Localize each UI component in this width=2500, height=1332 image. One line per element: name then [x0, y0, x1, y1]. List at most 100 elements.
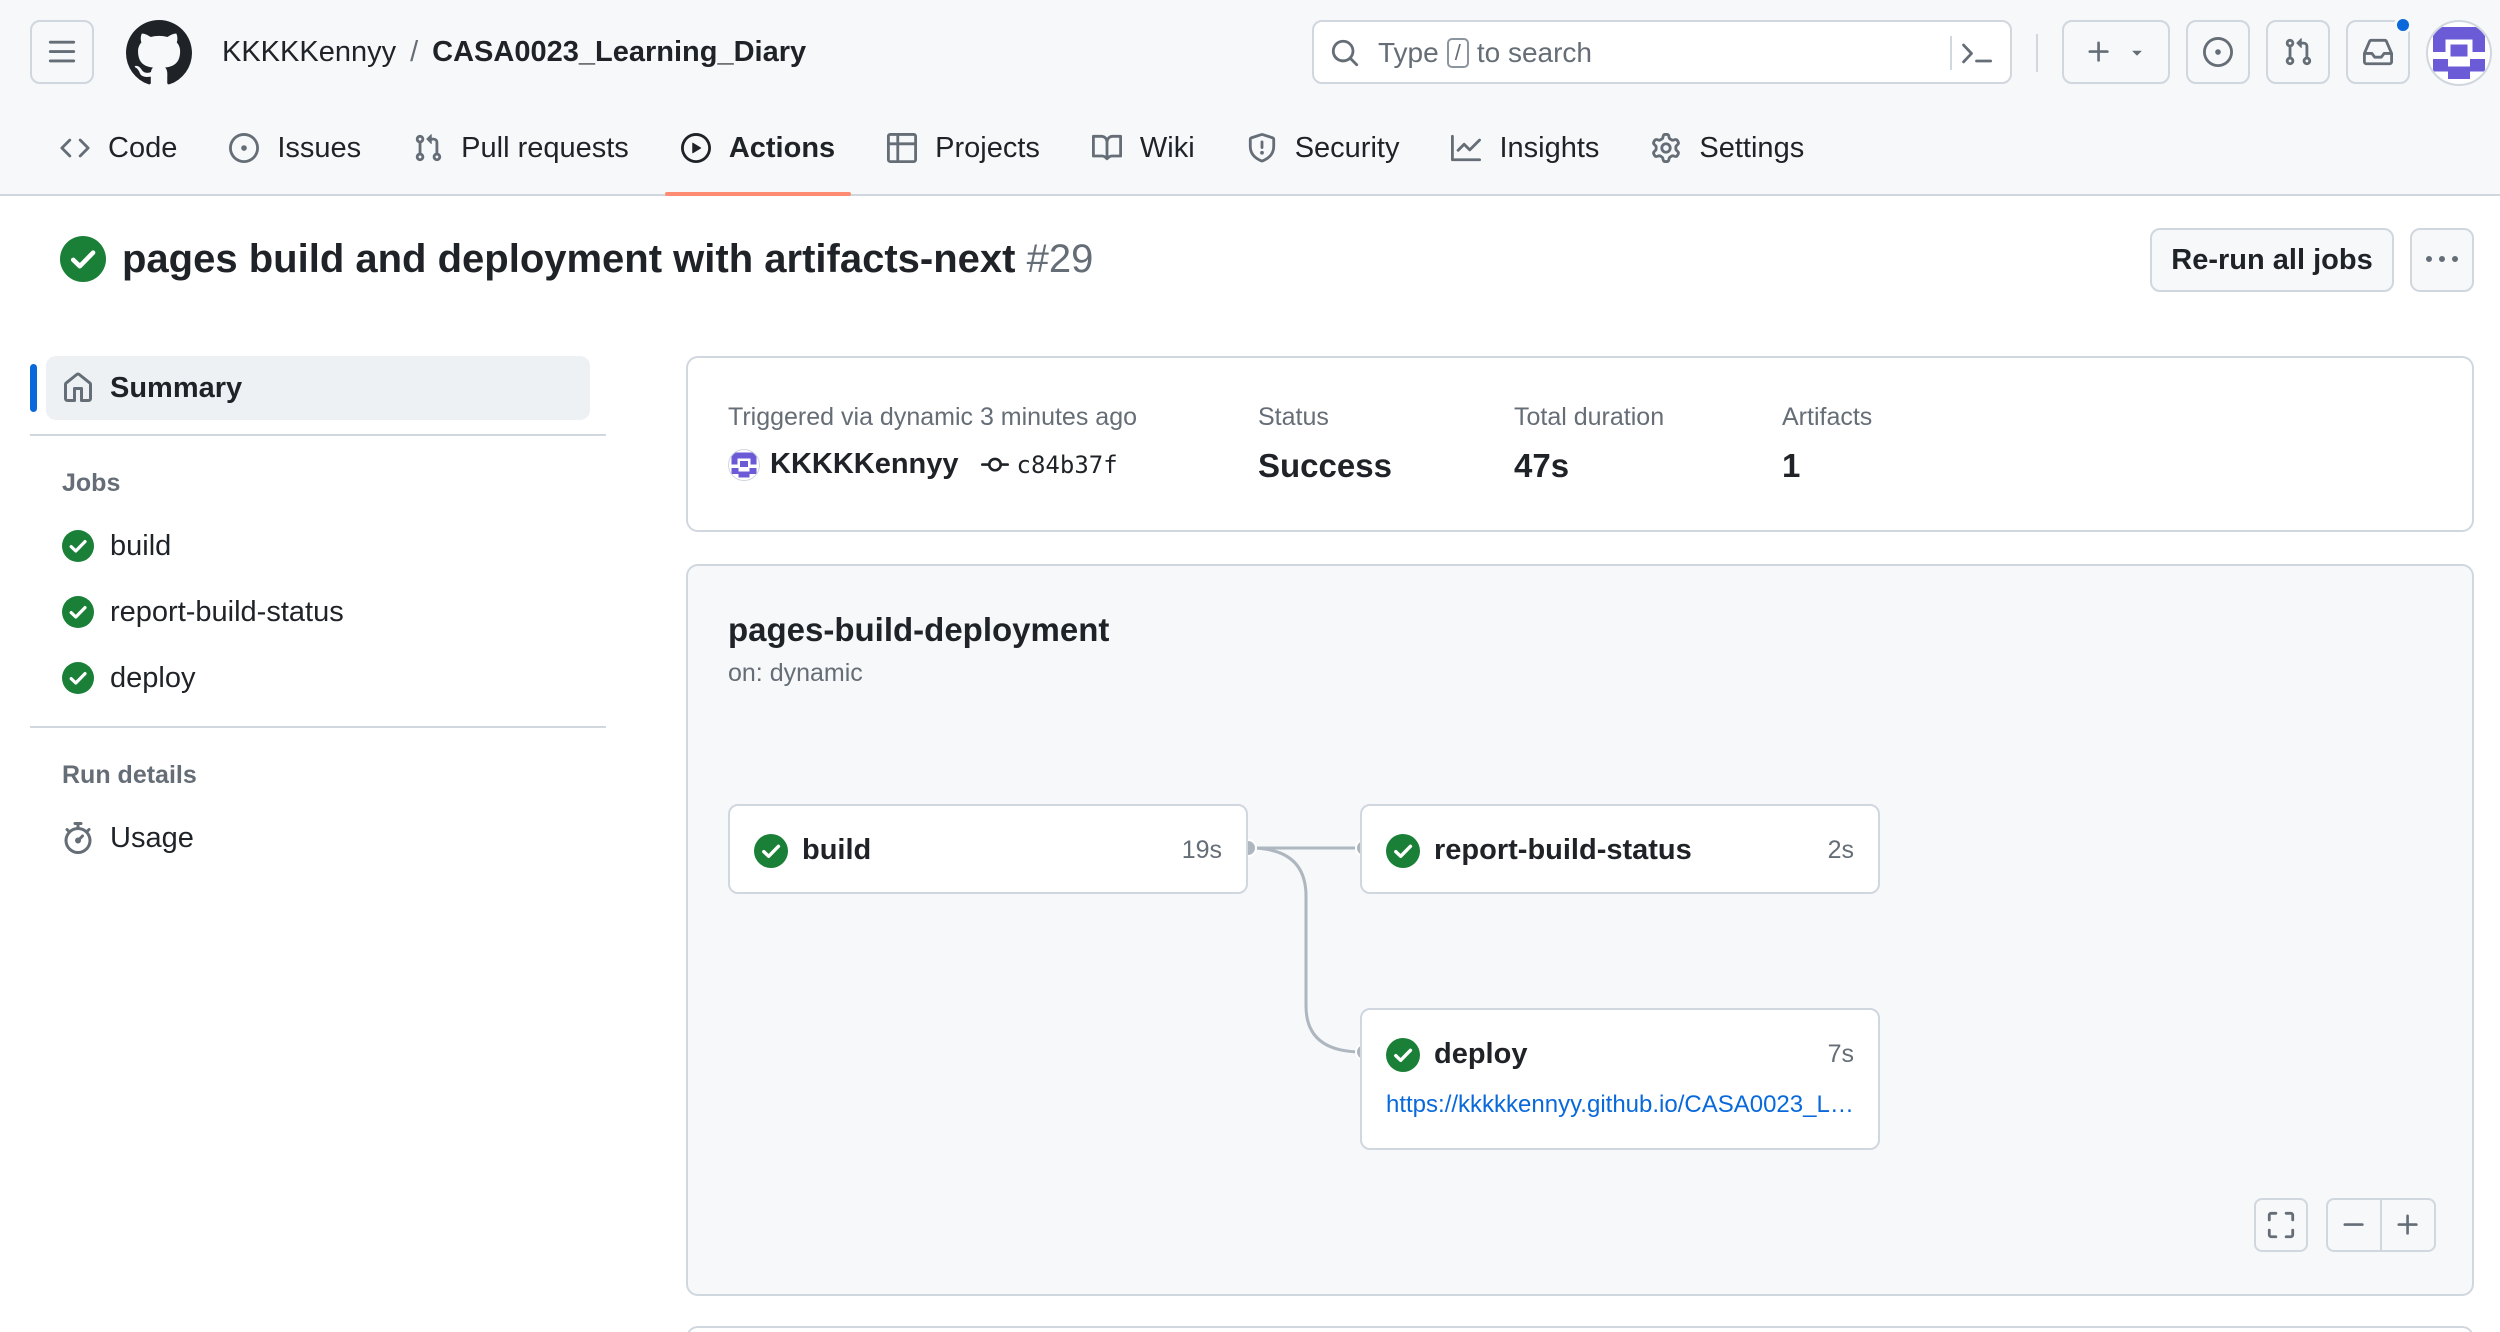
tab-issues[interactable]: Issues: [213, 124, 377, 172]
create-new-button[interactable]: [2062, 20, 2170, 84]
next-section-card: [686, 1326, 2474, 1332]
tab-actions[interactable]: Actions: [664, 124, 852, 196]
play-icon: [680, 133, 711, 163]
actor-avatar[interactable]: [728, 448, 760, 481]
jobs-heading: Jobs: [62, 469, 121, 497]
run-actor: KKKKKennyy c84b37f: [728, 448, 1118, 481]
issue-opened-icon: [2203, 37, 2233, 67]
dash-icon: [2343, 1223, 2364, 1226]
success-check-icon: [62, 662, 94, 694]
sidebar-item-summary-label: Summary: [110, 372, 243, 404]
sidebar-item-usage[interactable]: Usage: [62, 818, 194, 858]
tab-wiki-label: Wiki: [1139, 131, 1195, 164]
run-details-heading: Run details: [62, 761, 197, 789]
user-avatar[interactable]: [2426, 20, 2492, 86]
commit-sha-link[interactable]: c84b37f: [1017, 451, 1118, 479]
tab-code[interactable]: Code: [44, 124, 193, 172]
run-summary-card: Triggered via dynamic 3 minutes ago KKKK…: [686, 356, 2474, 532]
header-divider: [2036, 34, 2038, 72]
more-options-button[interactable]: [2410, 228, 2474, 292]
book-icon: [1091, 134, 1122, 161]
search-input[interactable]: Type / to search: [1312, 20, 2012, 84]
job-name: report-build-status: [1434, 834, 1692, 866]
shield-icon: [1248, 133, 1275, 163]
tab-settings[interactable]: Settings: [1635, 124, 1820, 172]
command-palette-icon[interactable]: [1962, 38, 1992, 68]
search-divider: [1950, 36, 1952, 70]
your-pull-requests-button[interactable]: [2266, 20, 2330, 84]
identicon-icon: [731, 451, 757, 478]
sidebar-usage-label: Usage: [110, 821, 194, 854]
artifacts-label: Artifacts: [1782, 403, 1873, 431]
plus-icon: [2088, 41, 2109, 62]
tab-insights[interactable]: Insights: [1435, 124, 1615, 172]
artifacts-count[interactable]: 1: [1782, 446, 1800, 486]
actor-name-link[interactable]: KKKKKennyy: [770, 448, 959, 481]
sidebar-item-job-report-build-status[interactable]: report-build-status: [62, 592, 344, 632]
triangle-down-icon: [2132, 50, 2142, 56]
global-header: KKKKKennyy / CASA0023_Learning_Diary Type /…: [0, 0, 2500, 196]
tab-wiki[interactable]: Wiki: [1076, 124, 1211, 172]
page-title: pages build and deployment with artifact…: [122, 234, 1093, 284]
repo-breadcrumb: KKKKKennyy / CASA0023_Learning_Diary: [222, 32, 806, 72]
tab-projects[interactable]: Projects: [871, 124, 1056, 172]
status-value: Success: [1258, 447, 1392, 484]
success-check-icon: [62, 596, 94, 628]
sidebar-item-summary[interactable]: Summary: [46, 356, 590, 420]
duration-value[interactable]: 47s: [1514, 446, 1569, 486]
stopwatch-icon: [64, 822, 92, 854]
tab-pull-requests[interactable]: Pull requests: [397, 124, 645, 172]
deployment-url-link[interactable]: https://kkkkkennyy.github.io/CASA0023_Le…: [1386, 1090, 1856, 1120]
search-placeholder: Type / to search: [1378, 35, 1592, 71]
connector-build-deploy: [1249, 846, 1363, 1054]
tab-security[interactable]: Security: [1231, 124, 1416, 172]
rerun-all-jobs-button[interactable]: Re-run all jobs: [2150, 228, 2394, 292]
sidebar-divider: [30, 726, 606, 728]
tab-issues-label: Issues: [277, 131, 362, 164]
sidebar-item-job-deploy[interactable]: deploy: [62, 658, 195, 698]
job-node-build[interactable]: build 19s: [728, 804, 1248, 894]
code-icon: [60, 138, 90, 158]
selected-indicator: [30, 364, 37, 412]
success-check-icon: [62, 530, 94, 562]
run-title-text: pages build and deployment with artifact…: [122, 237, 1016, 281]
job-node-deploy[interactable]: deploy 7s https://kkkkkennyy.github.io/C…: [1360, 1008, 1880, 1150]
kebab-horizontal-icon: [2426, 256, 2458, 262]
tab-code-label: Code: [108, 131, 178, 164]
github-mark-icon: [126, 20, 192, 85]
job-node-report-build-status[interactable]: report-build-status 2s: [1360, 804, 1880, 894]
sidebar-job-label: deploy: [110, 661, 196, 694]
gear-icon: [1652, 133, 1681, 163]
job-duration: 19s: [1181, 836, 1222, 864]
inbox-icon: [2363, 38, 2393, 66]
status-label: Status: [1258, 403, 1329, 431]
git-commit-icon: [980, 457, 1009, 472]
search-placeholder-prefix: Type: [1378, 37, 1439, 68]
success-check-icon: [60, 236, 106, 282]
menu-button[interactable]: [30, 20, 94, 84]
success-check-icon: [1386, 1038, 1420, 1072]
tab-insights-label: Insights: [1499, 131, 1600, 164]
search-placeholder-suffix: to search: [1476, 37, 1592, 68]
sidebar-item-job-build[interactable]: build: [62, 526, 171, 566]
git-pull-request-icon: [2285, 38, 2312, 66]
sidebar-divider: [30, 434, 606, 436]
search-shortcut-key: /: [1446, 38, 1469, 68]
your-issues-button[interactable]: [2186, 20, 2250, 84]
plus-icon: [2397, 1214, 2418, 1235]
repo-owner-link[interactable]: KKKKKennyy: [222, 36, 396, 68]
repo-name-link[interactable]: CASA0023_Learning_Diary: [432, 36, 806, 68]
zoom-in-button[interactable]: [2380, 1198, 2436, 1252]
job-duration: 2s: [1827, 836, 1854, 864]
zoom-out-button[interactable]: [2326, 1198, 2382, 1252]
tab-security-label: Security: [1294, 131, 1400, 164]
repo-navigation: Code Issues Pull requests Actions Projec…: [44, 124, 1840, 196]
fullscreen-button[interactable]: [2254, 1198, 2308, 1252]
run-number: #29: [1026, 237, 1094, 281]
workflow-graph: pages-build-deployment on: dynamic build…: [686, 564, 2474, 1296]
tab-projects-label: Projects: [935, 131, 1040, 164]
job-duration: 7s: [1827, 1040, 1854, 1068]
github-logo[interactable]: [126, 20, 192, 86]
duration-label: Total duration: [1514, 403, 1665, 431]
git-pull-request-icon: [415, 134, 442, 162]
